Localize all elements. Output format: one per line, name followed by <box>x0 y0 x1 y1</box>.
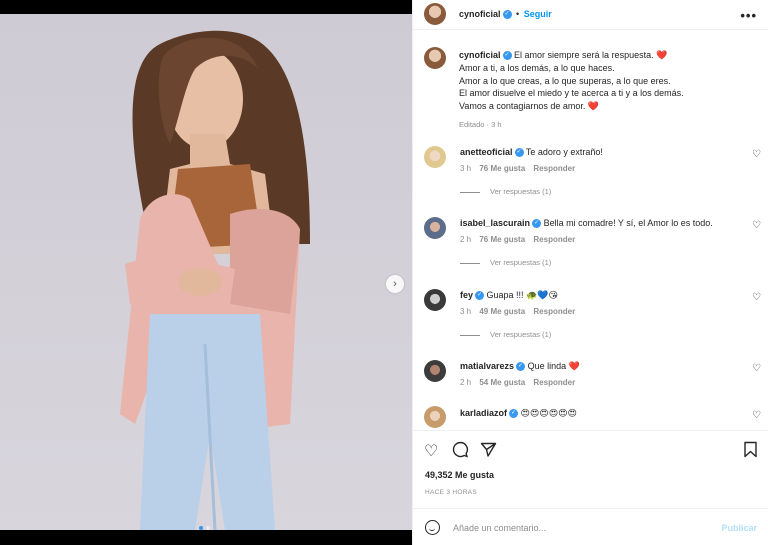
publish-button[interactable]: Publicar <box>721 523 757 533</box>
verified-icon: ✓ <box>509 409 519 419</box>
reply-button[interactable]: Responder <box>533 164 575 173</box>
author-line: cynoficial ✓ • Seguir <box>459 9 552 20</box>
caption-line: Vamos a contagiarnos de amor. ❤️ <box>459 101 600 112</box>
comment-avatar[interactable] <box>424 217 446 239</box>
post-header: cynoficial ✓ • Seguir ••• <box>413 0 768 30</box>
comment-icon[interactable] <box>452 441 469 463</box>
heart-icon[interactable]: ♡ <box>752 410 761 421</box>
emoji-icon[interactable] <box>425 520 440 535</box>
comment-item: isabel_lascurain ✓ Bella mi comadre! Y sí… <box>413 212 768 282</box>
replies-divider <box>460 262 480 264</box>
post-caption: cynoficial ✓ El amor siempre será la resp… <box>459 49 759 132</box>
comment-body: Bella mi comadre! Y sí, el Amor lo es to… <box>543 218 713 228</box>
comment-avatar[interactable] <box>424 146 446 168</box>
post-sidebar: cynoficial ✓ • Seguir ••• cynoficial ✓ El … <box>412 0 768 545</box>
caption-line: El amor disuelve el miedo y te acerca a … <box>459 88 684 99</box>
heart-icon[interactable]: ♡ <box>752 363 761 374</box>
comment-text: fey ✓ Guapa !!! 🐢💙😘 <box>460 290 740 301</box>
comment-likes[interactable]: 54 Me gusta <box>479 378 525 387</box>
comment-body: 😍😍😍😍😍😍 <box>520 408 577 418</box>
view-replies-label: Ver respuestas (1) <box>490 330 552 339</box>
verified-icon: ✓ <box>502 10 512 20</box>
post-timestamp[interactable]: HACE 3 HORAS <box>425 489 477 496</box>
bottom-black-bar <box>0 530 412 545</box>
comment-item: fey ✓ Guapa !!! 🐢💙😘 3 h 49 Me gusta Respo… <box>413 284 768 354</box>
comment-meta: 3 h 49 Me gusta Responder <box>460 307 575 316</box>
comment-item: anetteoficial ✓ Te adoro y extraño! 3 h 7… <box>413 141 768 211</box>
comment-username[interactable]: anetteoficial <box>460 147 513 157</box>
top-black-bar <box>0 0 412 14</box>
comment-username[interactable]: isabel_lascurain <box>460 218 530 228</box>
separator-dot: • <box>516 9 520 19</box>
comment-body: Que linda ❤️ <box>527 361 580 371</box>
comment-text: matialvarezs ✓ Que linda ❤️ <box>460 361 740 372</box>
replies-divider <box>460 334 480 336</box>
comment-body: Te adoro y extraño! <box>525 147 603 157</box>
comment-input[interactable]: Añade un comentario... <box>453 523 546 533</box>
caption-line: Amor a lo que creas, a lo que superas, a… <box>459 75 671 86</box>
comment-meta: 2 h 54 Me gusta Responder <box>460 378 575 387</box>
comment-meta: 2 h 76 Me gusta Responder <box>460 235 575 244</box>
comment-time: 2 h <box>460 378 472 387</box>
view-replies[interactable]: Ver respuestas (1) <box>460 187 551 196</box>
author-username[interactable]: cynoficial <box>459 9 501 19</box>
view-replies-label: Ver respuestas (1) <box>490 258 552 267</box>
comment-text: karladiazof ✓ 😍😍😍😍😍😍 <box>460 408 740 419</box>
reply-button[interactable]: Responder <box>533 307 575 316</box>
caption-meta: Editado · 3 h <box>459 119 502 129</box>
comment-time: 3 h <box>460 164 472 173</box>
comment-meta: 3 h 76 Me gusta Responder <box>460 164 575 173</box>
heart-icon[interactable]: ♡ <box>424 441 438 461</box>
verified-icon: ✓ <box>475 291 485 301</box>
reply-button[interactable]: Responder <box>533 378 575 387</box>
comment-item: karladiazof ✓ 😍😍😍😍😍😍 ♡ <box>413 402 768 429</box>
comment-text: anetteoficial ✓ Te adoro y extraño! <box>460 147 740 158</box>
comment-body: Guapa !!! 🐢💙😘 <box>486 290 558 300</box>
replies-divider <box>460 191 480 193</box>
verified-icon: ✓ <box>502 51 512 61</box>
follow-button[interactable]: Seguir <box>524 9 552 19</box>
caption-avatar[interactable] <box>424 47 446 69</box>
comment-likes[interactable]: 76 Me gusta <box>479 235 525 244</box>
comment-username[interactable]: fey <box>460 290 473 300</box>
heart-icon[interactable]: ♡ <box>752 149 761 160</box>
comment-likes[interactable]: 49 Me gusta <box>479 307 525 316</box>
caption-line: El amor siempre será la respuesta. ❤️ <box>514 50 668 60</box>
comment-time: 3 h <box>460 307 472 316</box>
author-avatar[interactable] <box>424 3 446 25</box>
chevron-right-icon: › <box>393 278 397 290</box>
comment-username[interactable]: karladiazof <box>460 408 507 418</box>
verified-icon: ✓ <box>514 148 524 158</box>
bookmark-icon[interactable] <box>743 441 758 463</box>
verified-icon: ✓ <box>532 219 542 229</box>
comment-avatar[interactable] <box>424 406 446 428</box>
view-replies-label: Ver respuestas (1) <box>490 187 552 196</box>
comment-composer: Añade un comentario... Publicar <box>413 508 768 545</box>
comment-item: matialvarezs ✓ Que linda ❤️ 2 h 54 Me gus… <box>413 355 768 401</box>
verified-icon: ✓ <box>516 362 526 372</box>
comment-avatar[interactable] <box>424 289 446 311</box>
comment-likes[interactable]: 76 Me gusta <box>479 164 525 173</box>
comment-avatar[interactable] <box>424 360 446 382</box>
more-options-icon[interactable]: ••• <box>740 8 757 23</box>
likes-count[interactable]: 49,352 Me gusta <box>425 470 494 480</box>
comment-username[interactable]: matialvarezs <box>460 361 514 371</box>
photo-illustration <box>120 30 310 530</box>
view-replies[interactable]: Ver respuestas (1) <box>460 330 551 339</box>
post-photo[interactable]: › <box>0 14 412 530</box>
heart-icon[interactable]: ♡ <box>752 292 761 303</box>
reply-button[interactable]: Responder <box>533 235 575 244</box>
carousel-next-button[interactable]: › <box>386 275 404 293</box>
heart-icon[interactable]: ♡ <box>752 220 761 231</box>
share-icon[interactable] <box>480 441 497 463</box>
caption-username[interactable]: cynoficial <box>459 50 501 60</box>
action-bar: ♡ <box>413 430 768 470</box>
comment-text: isabel_lascurain ✓ Bella mi comadre! Y sí… <box>460 218 740 229</box>
comment-time: 2 h <box>460 235 472 244</box>
view-replies[interactable]: Ver respuestas (1) <box>460 258 551 267</box>
caption-line: Amor a ti, a los demás, a lo que haces. <box>459 62 615 73</box>
